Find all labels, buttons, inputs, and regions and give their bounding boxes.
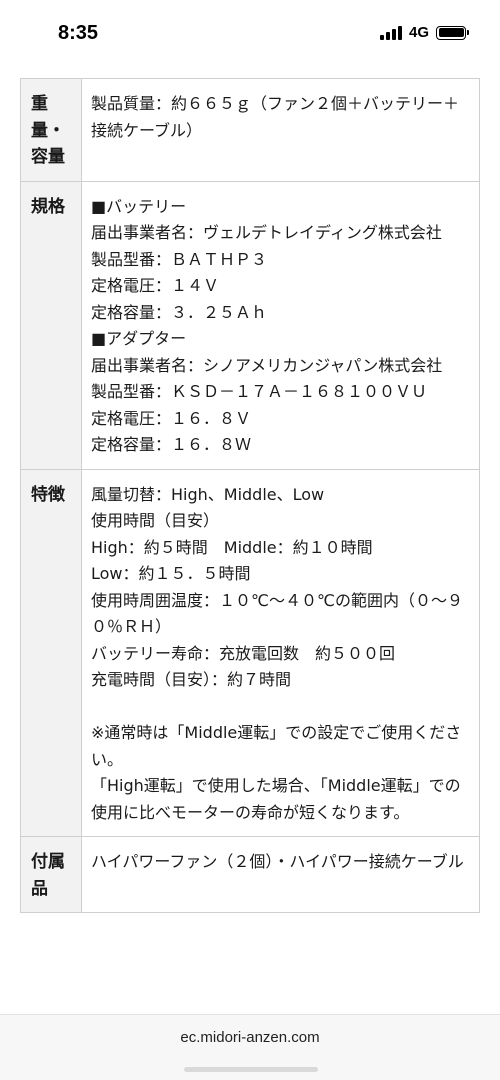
spec-row: 重量・容量 製品質量：約６６５ｇ（ファン２個＋バッテリー＋接続ケーブル） [20, 78, 480, 182]
spec-value: ハイパワーファン（２個）・ハイパワー接続ケーブル [81, 836, 480, 913]
spec-label: 重量・容量 [20, 78, 82, 182]
spec-line: 風量切替：High、Middle、Low [91, 484, 325, 504]
spec-line: 使用時周囲温度：１０℃～４０℃の範囲内（０～９０％ＲＨ） [91, 590, 463, 637]
network-type: 4G [408, 24, 429, 41]
status-time: 8:35 [58, 22, 99, 44]
spec-row: 付属品 ハイパワーファン（２個）・ハイパワー接続ケーブル [20, 836, 480, 913]
spec-line [91, 694, 469, 721]
spec-value: 風量切替：High、Middle、Low 使用時間（目安） High：約５時間 Mi… [81, 468, 480, 837]
spec-line: 「High運転」で使用した場合、「Middle運転」での使用に比べモーターの寿命… [91, 776, 461, 822]
spec-line: 定格電圧：１６．８Ｖ [91, 408, 252, 428]
spec-label: 付属品 [20, 836, 82, 913]
status-indicators: 4G [379, 24, 469, 41]
spec-line: ※通常時は「Middle運転」での設定でご使用ください。 [91, 723, 462, 769]
battery-icon [436, 25, 469, 40]
spec-line: 使用時間（目安） [91, 511, 220, 530]
spec-line: 製品質量：約６６５ｇ（ファン２個＋バッテリー＋接続ケーブル） [91, 94, 460, 140]
spec-line: 届出事業者名：ヴェルデトレイディング株式会社 [91, 223, 442, 242]
spec-line: ■アダプター [91, 329, 187, 348]
spec-value: ■バッテリー届出事業者名：ヴェルデトレイディング株式会社 製品型番：ＢＡＴＨＰ３ 定… [81, 180, 480, 470]
spec-line: バッテリー寿命：充放電回数 約５００回 [91, 643, 396, 663]
spec-line: 届出事業者名：シノアメリカンジャパン株式会社 [91, 355, 443, 375]
url-text[interactable]: ec.midori-anzen.com [0, 1029, 500, 1046]
spec-label: 規格 [20, 180, 82, 470]
status-bar: 8:35 4G [0, 0, 500, 68]
spec-line: 定格電圧：１４Ｖ [91, 276, 220, 295]
home-indicator [184, 1067, 318, 1072]
spec-line: ■バッテリー [91, 196, 187, 216]
spec-line: Low：約１５．５時間 [91, 564, 251, 583]
spec-line: ハイパワーファン（２個）・ハイパワー接続ケーブル [91, 852, 464, 871]
spec-label: 特徴 [20, 468, 82, 837]
spec-row: 規格 ■バッテリー 届出事業者名：ヴェルデトレイディング株式会社 製品型番：ＢＡＴＨＰ… [20, 180, 480, 470]
spec-row: 特徴 風量切替：High、Middle、Low 使用時間（目安） High：約５時間 … [20, 468, 480, 837]
spec-line: High：約５時間 Middle：約１０時間 [91, 537, 373, 557]
spec-line: 製品型番：ＫＳＤ－１７Ａ－１６８１００ＶＵ [91, 382, 428, 401]
spec-table: 重量・容量 製品質量：約６６５ｇ（ファン２個＋バッテリー＋接続ケーブル） 規格 ■バッ… [20, 78, 480, 913]
spec-value: 製品質量：約６６５ｇ（ファン２個＋バッテリー＋接続ケーブル） [81, 78, 480, 182]
spec-line: 定格容量：１６．８Ｗ [91, 435, 252, 454]
spec-line: 充電時間（目安）：約７時間 [91, 670, 292, 689]
spec-line: 定格容量：３．２５Ａｈ [91, 302, 268, 322]
signal-strength-icon [379, 25, 402, 40]
browser-address-bar[interactable]: ec.midori-anzen.com [0, 1014, 500, 1080]
spec-line: 製品型番：ＢＡＴＨＰ３ [91, 249, 268, 269]
